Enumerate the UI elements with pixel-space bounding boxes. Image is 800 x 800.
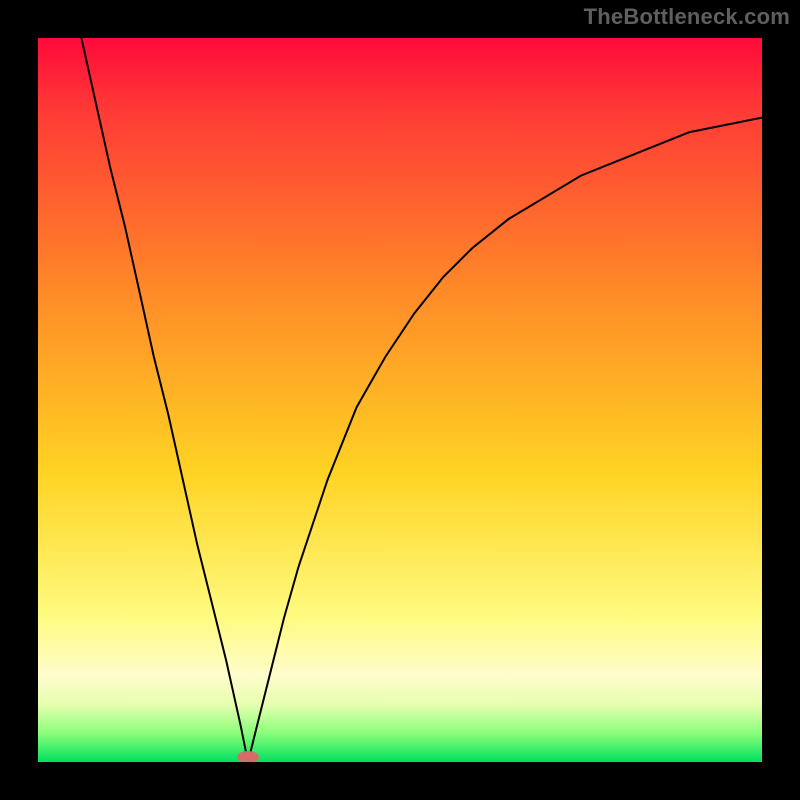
plot-area xyxy=(38,38,762,762)
curve-layer xyxy=(38,38,762,762)
watermark-text: TheBottleneck.com xyxy=(584,4,790,30)
bottleneck-curve xyxy=(81,38,762,762)
minimum-marker xyxy=(237,751,259,762)
chart-frame: TheBottleneck.com xyxy=(0,0,800,800)
